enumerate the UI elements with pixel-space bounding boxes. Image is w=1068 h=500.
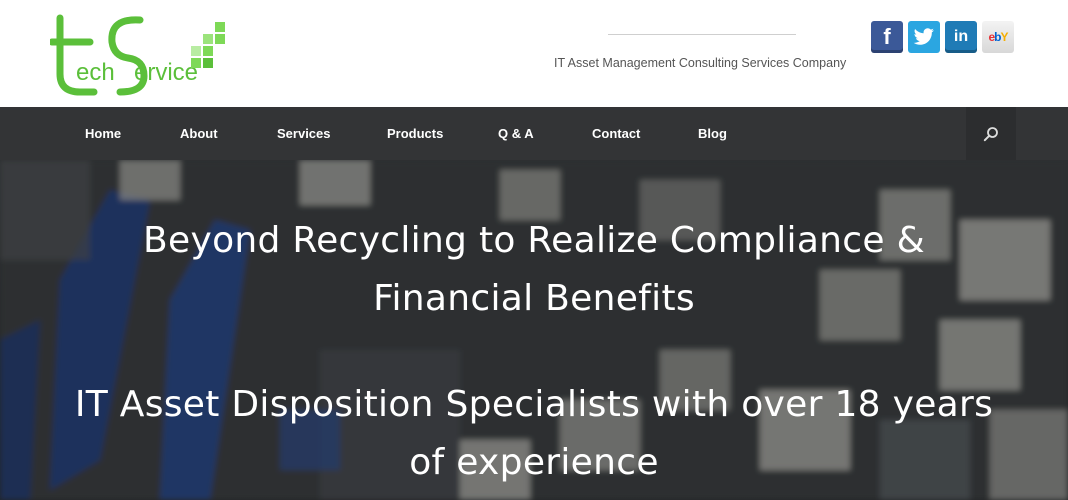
logo-service-text: ervice bbox=[134, 59, 198, 86]
techservice-logo[interactable]: ech ervice bbox=[50, 12, 230, 98]
nav-item-qa[interactable]: Q & A bbox=[498, 107, 534, 160]
hero-subheadline: IT Asset Disposition Specialists with ov… bbox=[0, 376, 1068, 492]
ebay-icon[interactable]: ebY bbox=[982, 21, 1014, 53]
social-links: f in ebY bbox=[871, 21, 1014, 53]
hero-headline-line2: Financial Benefits bbox=[373, 278, 695, 319]
nav-item-blog[interactable]: Blog bbox=[698, 107, 727, 160]
search-button[interactable] bbox=[966, 107, 1016, 160]
nav-item-products[interactable]: Products bbox=[387, 107, 443, 160]
nav-item-contact[interactable]: Contact bbox=[592, 107, 640, 160]
tagline-divider bbox=[608, 34, 796, 35]
nav-item-services[interactable]: Services bbox=[277, 107, 331, 160]
hero-subheadline-line1: IT Asset Disposition Specialists with ov… bbox=[74, 384, 994, 425]
nav-item-home[interactable]: Home bbox=[85, 107, 121, 160]
main-navigation: Home About Services Products Q & A Conta… bbox=[0, 107, 1068, 160]
twitter-icon[interactable] bbox=[908, 21, 940, 53]
nav-item-about[interactable]: About bbox=[180, 107, 218, 160]
site-tagline: IT Asset Management Consulting Services … bbox=[554, 56, 847, 70]
hero-banner: Beyond Recycling to Realize Compliance &… bbox=[0, 160, 1068, 500]
search-icon bbox=[983, 126, 998, 141]
hero-headline-line1: Beyond Recycling to Realize Compliance & bbox=[143, 220, 925, 261]
site-header: ech ervice IT Asset Management Consultin… bbox=[0, 0, 1068, 107]
facebook-icon[interactable]: f bbox=[871, 21, 903, 53]
logo-tech-text: ech bbox=[76, 59, 115, 86]
hero-headline: Beyond Recycling to Realize Compliance &… bbox=[0, 212, 1068, 328]
linkedin-icon[interactable]: in bbox=[945, 21, 977, 53]
hero-subheadline-line2: of experience bbox=[409, 442, 659, 483]
